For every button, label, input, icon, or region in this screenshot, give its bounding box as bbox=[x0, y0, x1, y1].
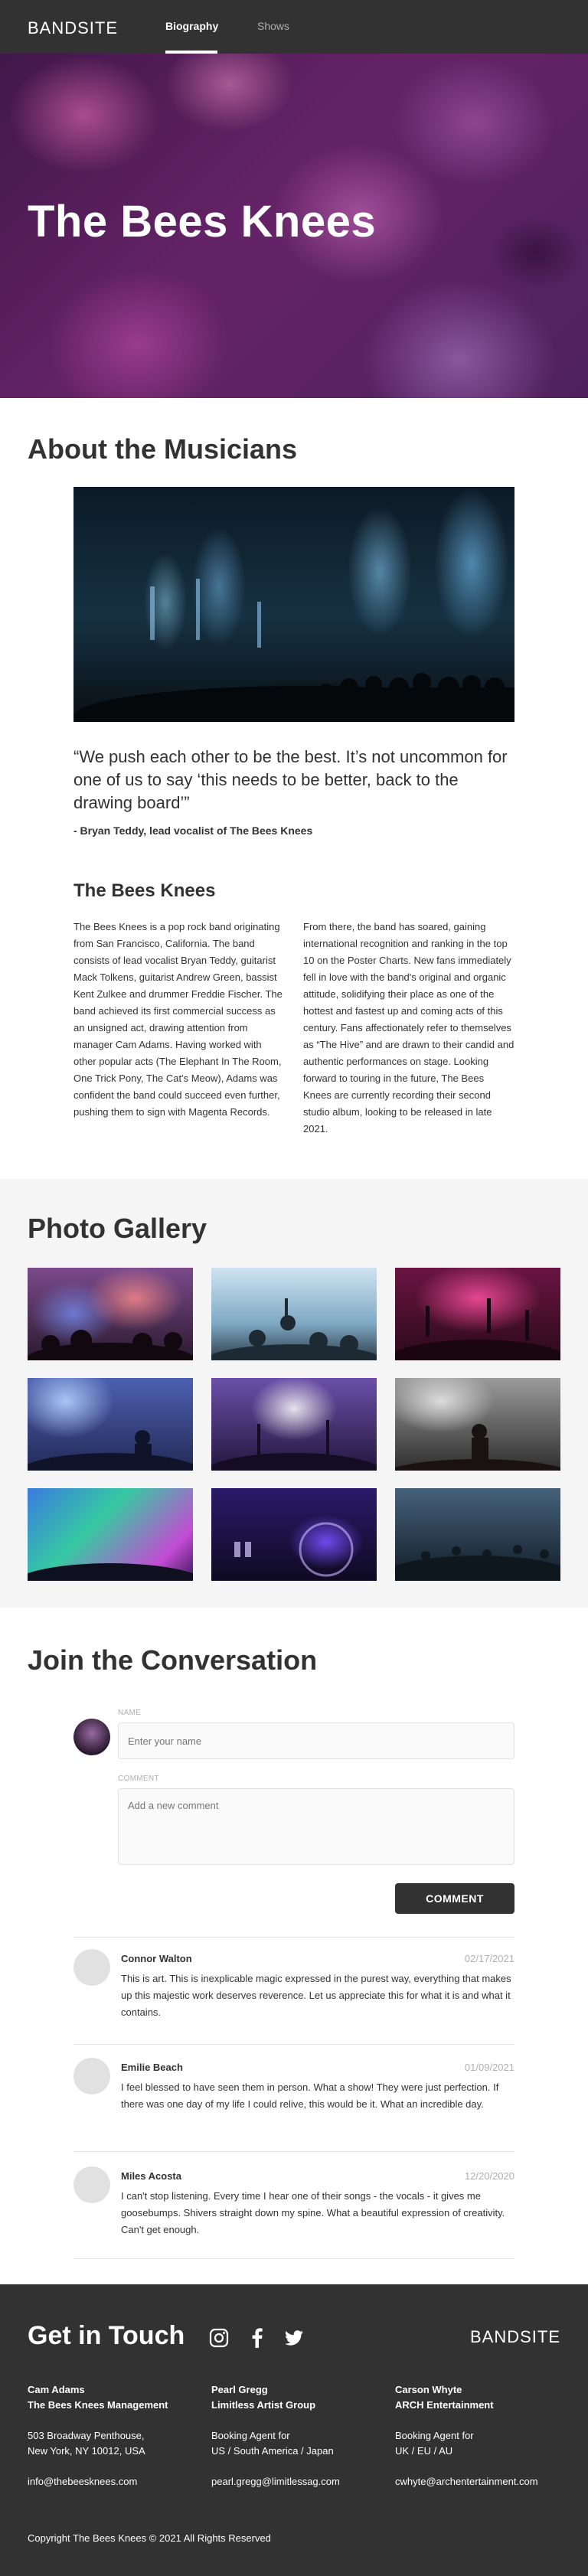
copyright: Copyright The Bees Knees © 2021 All Righ… bbox=[28, 2532, 271, 2544]
gallery-photo-3[interactable] bbox=[386, 1268, 570, 1383]
contact-org: Limitless Artist Group bbox=[211, 2399, 316, 2411]
facebook-icon[interactable] bbox=[247, 2327, 268, 2349]
comment-divider bbox=[74, 2151, 514, 2152]
bio-column-1: The Bees Knees is a pop rock band origin… bbox=[74, 921, 283, 1118]
comment-divider bbox=[74, 1937, 514, 1938]
top-navigation: BANDSITE Biography Shows bbox=[0, 0, 588, 54]
contact-line: US / South America / Japan bbox=[211, 2445, 334, 2457]
conversation-title: Join the Conversation bbox=[28, 1644, 318, 1676]
comment-divider bbox=[74, 2044, 514, 2045]
gallery-title: Photo Gallery bbox=[28, 1213, 207, 1244]
contact-email[interactable]: cwhyte@archentertainment.com bbox=[395, 2474, 571, 2489]
footer-title: Get in Touch bbox=[28, 2321, 185, 2350]
comment-avatar bbox=[74, 1949, 110, 1986]
contact-org: The Bees Knees Management bbox=[28, 2399, 168, 2411]
contact-email[interactable]: info@thebeesknees.com bbox=[28, 2474, 196, 2489]
name-label: NAME bbox=[118, 1709, 142, 1717]
nav-shows[interactable]: Shows bbox=[257, 20, 289, 32]
comment-text: This is art. This is inexplicable magic … bbox=[121, 1973, 511, 2018]
comment-divider bbox=[74, 2258, 514, 2259]
band-concert-image bbox=[74, 487, 514, 722]
gallery-photo-2[interactable] bbox=[202, 1268, 386, 1381]
gallery-photo-4[interactable] bbox=[18, 1378, 202, 1493]
comment-textarea[interactable] bbox=[118, 1788, 514, 1865]
comment-name: Connor Walton bbox=[121, 1953, 192, 1964]
contact-line: New York, NY 10012, USA bbox=[28, 2445, 145, 2457]
gallery-photo-8[interactable] bbox=[211, 1488, 377, 1581]
comment-date: 02/17/2021 bbox=[464, 1953, 514, 1964]
name-input[interactable] bbox=[118, 1722, 514, 1759]
contact-line: Booking Agent for bbox=[211, 2430, 290, 2441]
comment-name: Miles Acosta bbox=[121, 2170, 181, 2182]
footer: Get in Touch BANDSITE Cam Adams The Bees… bbox=[0, 2284, 588, 2576]
site-logo[interactable]: BANDSITE bbox=[28, 18, 118, 38]
about-title: About the Musicians bbox=[28, 433, 298, 465]
comment-text: I can't stop listening. Every time I hea… bbox=[121, 2190, 505, 2235]
contact-carson-whyte: Carson Whyte ARCH Entertainment Booking … bbox=[395, 2382, 571, 2489]
comment-date: 12/20/2020 bbox=[464, 2170, 514, 2182]
crowd-silhouette bbox=[74, 579, 514, 722]
contact-line: UK / EU / AU bbox=[395, 2445, 453, 2457]
hero-title: The Bees Knees bbox=[28, 197, 377, 246]
comment-name: Emilie Beach bbox=[121, 2062, 183, 2073]
gallery-photo-9[interactable] bbox=[378, 1488, 577, 1601]
contact-email[interactable]: pearl.gregg@limitlessag.com bbox=[211, 2474, 380, 2489]
contact-pearl-gregg: Pearl Gregg Limitless Artist Group Booki… bbox=[211, 2382, 380, 2489]
comment-text: I feel blessed to have seen them in pers… bbox=[121, 2081, 499, 2110]
comment-label: COMMENT bbox=[118, 1774, 159, 1783]
gallery-photo-5[interactable] bbox=[202, 1378, 386, 1496]
quote-author: - Bryan Teddy, lead vocalist of The Bees… bbox=[74, 824, 313, 837]
nav-biography[interactable]: Biography bbox=[165, 20, 218, 32]
contact-line: Booking Agent for bbox=[395, 2430, 474, 2441]
bio-column-2: From there, the band has soared, gaining… bbox=[303, 921, 514, 1135]
contact-org: ARCH Entertainment bbox=[395, 2399, 494, 2411]
contact-cam-adams: Cam Adams The Bees Knees Management 503 … bbox=[28, 2382, 196, 2489]
comment-avatar bbox=[74, 2166, 110, 2203]
comment-avatar bbox=[74, 2058, 110, 2094]
contact-name: Carson Whyte bbox=[395, 2384, 462, 2395]
contact-name: Cam Adams bbox=[28, 2384, 85, 2395]
gallery-photo-6[interactable] bbox=[386, 1378, 570, 1490]
hero-banner: The Bees Knees bbox=[0, 54, 588, 398]
gallery-photo-1[interactable] bbox=[26, 1268, 194, 1376]
comment-button[interactable]: COMMENT bbox=[395, 1883, 514, 1914]
footer-logo[interactable]: BANDSITE bbox=[470, 2327, 560, 2347]
band-subtitle: The Bees Knees bbox=[74, 880, 216, 901]
contact-name: Pearl Gregg bbox=[211, 2384, 268, 2395]
twitter-icon[interactable] bbox=[283, 2327, 305, 2349]
gallery-photo-7[interactable] bbox=[11, 1488, 210, 1609]
comment-date: 01/09/2021 bbox=[464, 2062, 514, 2073]
band-quote: “We push each other to be the best. It’s… bbox=[74, 747, 508, 812]
contact-line: 503 Broadway Penthouse, bbox=[28, 2430, 145, 2441]
instagram-icon[interactable] bbox=[208, 2327, 230, 2349]
user-avatar bbox=[74, 1719, 110, 1755]
